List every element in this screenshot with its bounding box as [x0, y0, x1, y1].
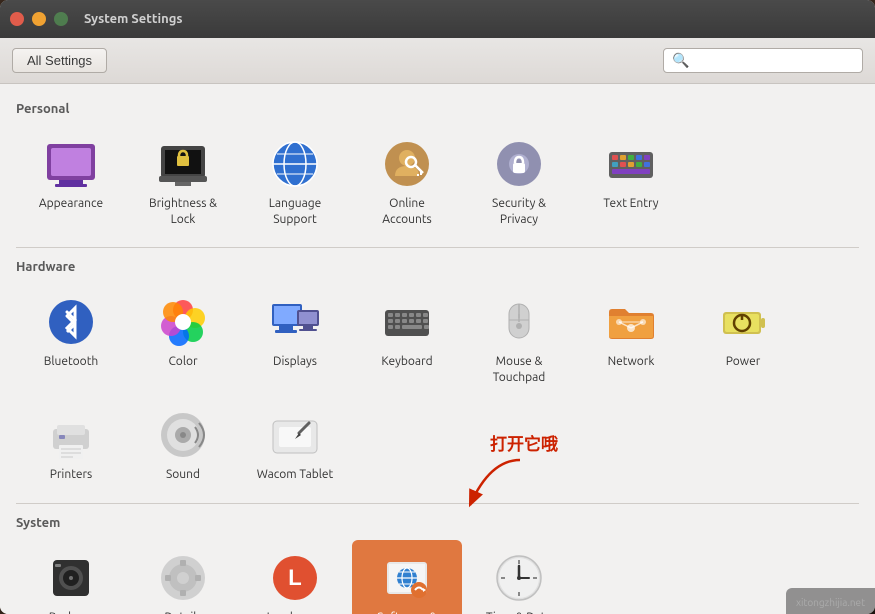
displays-label: Displays [273, 354, 317, 370]
network-label: Network [608, 354, 655, 370]
brightness-lock-item[interactable]: Brightness &Lock [128, 126, 238, 237]
close-button[interactable] [10, 12, 24, 26]
content-area: Personal Appearance [0, 84, 875, 614]
language-support-item[interactable]: LanguageSupport [240, 126, 350, 237]
toolbar: All Settings 🔍 [0, 38, 875, 84]
color-item[interactable]: Color [128, 284, 238, 395]
sound-item[interactable]: Sound [128, 397, 238, 493]
personal-hardware-divider [16, 247, 859, 248]
landscape-service-label: LandscapeService [267, 610, 324, 614]
mouse-touchpad-label: Mouse &Touchpad [493, 354, 546, 385]
software-updates-label: Software &Updates [377, 610, 437, 614]
hardware-section-label: Hardware [16, 260, 859, 274]
sound-icon [157, 409, 209, 461]
software-updates-icon [381, 552, 433, 604]
bluetooth-icon [45, 296, 97, 348]
language-support-label: LanguageSupport [269, 196, 322, 227]
printers-icon [45, 409, 97, 461]
appearance-label: Appearance [39, 196, 103, 212]
personal-section-grid: Appearance Brightn [16, 126, 859, 237]
system-section-grid: Backups [16, 540, 859, 614]
power-item[interactable]: Power [688, 284, 798, 395]
svg-text:L: L [288, 565, 301, 590]
software-updates-item[interactable]: Software &Updates [352, 540, 462, 614]
online-accounts-item[interactable]: OnlineAccounts [352, 126, 462, 237]
online-accounts-label: OnlineAccounts [382, 196, 432, 227]
search-input[interactable] [695, 53, 855, 68]
watermark-text: xitongzhijia.net [796, 597, 865, 608]
window-title: System Settings [84, 12, 865, 26]
hardware-section-grid: Bluetooth [16, 284, 859, 493]
wacom-tablet-item[interactable]: Wacom Tablet [240, 397, 350, 493]
keyboard-item[interactable]: Keyboard [352, 284, 462, 395]
brightness-lock-label: Brightness &Lock [149, 196, 217, 227]
appearance-item[interactable]: Appearance [16, 126, 126, 237]
backups-icon [45, 552, 97, 604]
search-box: 🔍 [663, 48, 863, 73]
system-section-label: System [16, 516, 859, 530]
search-icon: 🔍 [672, 52, 689, 69]
details-label: Details [164, 610, 201, 614]
bluetooth-label: Bluetooth [44, 354, 99, 370]
color-icon [157, 296, 209, 348]
power-label: Power [726, 354, 761, 370]
wacom-tablet-label: Wacom Tablet [257, 467, 334, 483]
security-privacy-item[interactable]: Security &Privacy [464, 126, 574, 237]
time-date-icon [493, 552, 545, 604]
backups-item[interactable]: Backups [16, 540, 126, 614]
displays-icon [269, 296, 321, 348]
bluetooth-item[interactable]: Bluetooth [16, 284, 126, 395]
backups-label: Backups [49, 610, 94, 614]
network-item[interactable]: Network [576, 284, 686, 395]
details-icon [157, 552, 209, 604]
hardware-system-divider [16, 503, 859, 504]
mouse-touchpad-icon [493, 296, 545, 348]
brightness-lock-icon [157, 138, 209, 190]
security-privacy-label: Security &Privacy [492, 196, 546, 227]
network-icon [605, 296, 657, 348]
power-icon [717, 296, 769, 348]
all-settings-button[interactable]: All Settings [12, 48, 107, 73]
text-entry-icon [605, 138, 657, 190]
online-accounts-icon [381, 138, 433, 190]
landscape-service-icon: L [269, 552, 321, 604]
details-item[interactable]: Details [128, 540, 238, 614]
sound-label: Sound [166, 467, 200, 483]
printers-item[interactable]: Printers [16, 397, 126, 493]
minimize-button[interactable] [32, 12, 46, 26]
keyboard-icon [381, 296, 433, 348]
keyboard-label: Keyboard [381, 354, 432, 370]
appearance-icon [45, 138, 97, 190]
text-entry-label: Text Entry [603, 196, 658, 212]
wacom-tablet-icon [269, 409, 321, 461]
color-label: Color [168, 354, 197, 370]
time-date-label: Time & Date [486, 610, 552, 614]
system-settings-window: System Settings All Settings 🔍 Personal [0, 0, 875, 614]
personal-section-label: Personal [16, 102, 859, 116]
security-privacy-icon [493, 138, 545, 190]
text-entry-item[interactable]: Text Entry [576, 126, 686, 237]
printers-label: Printers [50, 467, 93, 483]
mouse-touchpad-item[interactable]: Mouse &Touchpad [464, 284, 574, 395]
language-support-icon [269, 138, 321, 190]
maximize-button[interactable] [54, 12, 68, 26]
titlebar: System Settings [0, 0, 875, 38]
landscape-service-item[interactable]: L LandscapeService [240, 540, 350, 614]
watermark: xitongzhijia.net [786, 588, 875, 614]
displays-item[interactable]: Displays [240, 284, 350, 395]
time-date-item[interactable]: Time & Date [464, 540, 574, 614]
